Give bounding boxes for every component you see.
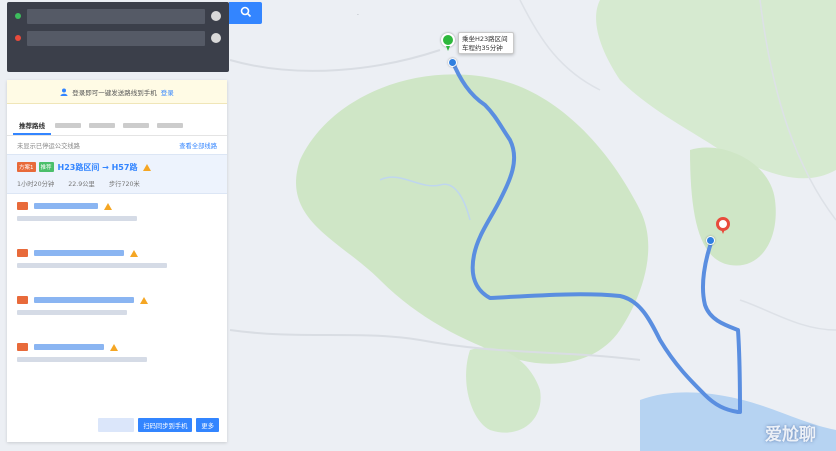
plan-badge: 方案1: [17, 162, 36, 172]
search-icon: [240, 6, 251, 17]
destination-dot-icon: [15, 35, 21, 41]
login-prompt-text: 登录即可一键发送路线到手机: [72, 88, 157, 97]
plan-badge: [17, 202, 28, 210]
bus-start-icon[interactable]: [441, 33, 455, 51]
destination-input[interactable]: [27, 30, 205, 46]
login-prompt-bar: 登录即可一键发送路线到手机 登录: [7, 80, 227, 104]
route-option-1-name: H23路区间 → H57路: [57, 162, 138, 172]
swap-icon[interactable]: [211, 11, 221, 21]
tab-placeholder[interactable]: [157, 123, 183, 128]
tab-recommended[interactable]: 推荐路线: [13, 114, 51, 135]
warning-icon: [104, 202, 112, 210]
route-option-2[interactable]: [7, 194, 227, 241]
origin-row: [15, 7, 221, 25]
route-walk: 步行720米: [108, 181, 140, 188]
origin-input[interactable]: [27, 8, 205, 24]
bus-stop-marker-start[interactable]: [448, 58, 457, 67]
route-results-panel: 登录即可一键发送路线到手机 登录 推荐路线 未显示已停运公交线路 查看全部线路 …: [7, 80, 227, 442]
tab-placeholder[interactable]: [89, 123, 115, 128]
route-duration: 1小时20分钟: [17, 181, 55, 188]
login-link[interactable]: 登录: [161, 87, 174, 97]
origin-dot-icon: [15, 13, 21, 19]
warning-icon: [143, 163, 152, 171]
route-option-5[interactable]: [7, 335, 227, 382]
watermark: 爱尬聊: [765, 425, 816, 445]
route-segment-callout: 乘坐H23路区间 车程约35分钟: [458, 32, 514, 54]
warning-icon: [140, 296, 148, 304]
route-option-3[interactable]: [7, 241, 227, 288]
route-info-row: 未显示已停运公交线路 查看全部线路: [7, 136, 227, 154]
route-option-1-header: 方案1 推荐 H23路区间 → H57路: [17, 161, 217, 173]
plan-badge: [17, 343, 28, 351]
map-place-label: ·: [357, 12, 359, 19]
send-to-phone-button[interactable]: 扫码同步到手机: [138, 418, 193, 432]
destination-row: [15, 29, 221, 47]
recommended-badge: 推荐: [38, 162, 54, 172]
warning-icon: [130, 249, 138, 257]
callout-line-1: 乘坐H23路区间: [462, 35, 508, 43]
show-all-lines-link[interactable]: 查看全部线路: [179, 141, 217, 150]
more-button[interactable]: 更多: [196, 418, 219, 432]
route-option-1[interactable]: 方案1 推荐 H23路区间 → H57路 1小时20分钟 22.9公里 步行72…: [7, 154, 227, 194]
route-option-1-meta: 1小时20分钟 22.9公里 步行720米: [17, 179, 217, 188]
panel-footer: 扫码同步到手机 更多: [7, 418, 227, 436]
share-button[interactable]: [98, 418, 135, 432]
callout-line-2: 车程约35分钟: [462, 44, 503, 52]
clear-icon[interactable]: [211, 33, 221, 43]
route-option-4[interactable]: [7, 288, 227, 335]
plan-badge: [17, 249, 28, 257]
hidden-lines-note: 未显示已停运公交线路: [17, 143, 80, 150]
route-tabs: 推荐路线: [7, 114, 227, 136]
user-icon: [60, 88, 68, 96]
tab-placeholder[interactable]: [55, 123, 81, 128]
route-search-box: [7, 2, 229, 72]
route-distance: 22.9公里: [68, 181, 95, 188]
tab-placeholder[interactable]: [123, 123, 149, 128]
search-button[interactable]: [229, 2, 262, 24]
destination-icon[interactable]: [716, 217, 730, 234]
warning-icon: [110, 343, 118, 351]
plan-badge: [17, 296, 28, 304]
bus-stop-marker-end[interactable]: [706, 236, 715, 245]
